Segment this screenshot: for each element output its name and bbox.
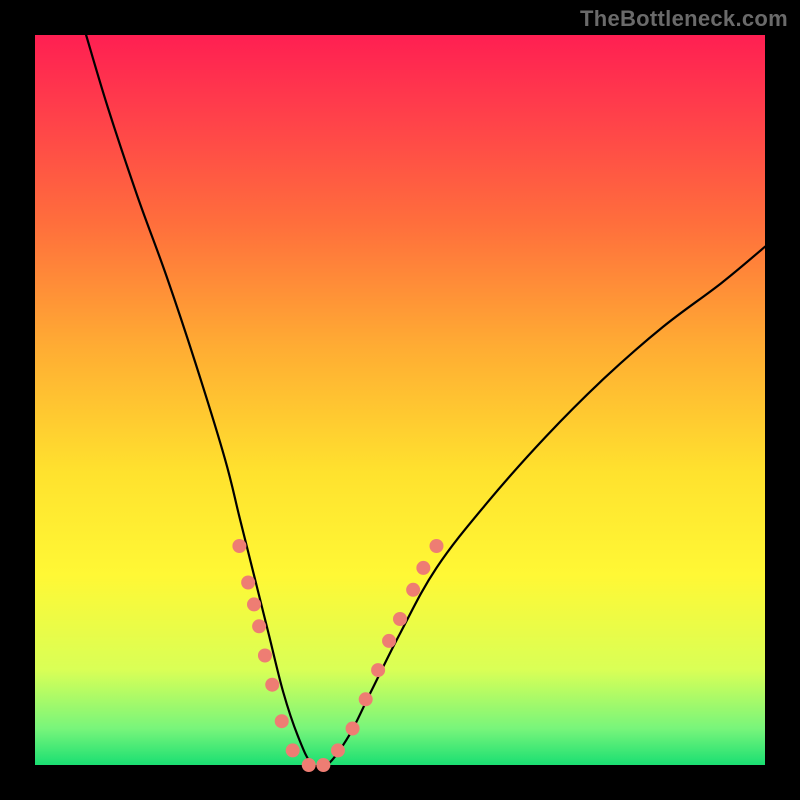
marker-dot bbox=[232, 539, 246, 553]
marker-dot bbox=[252, 619, 266, 633]
bottleneck-curve bbox=[86, 35, 765, 769]
marker-dot bbox=[359, 692, 373, 706]
marker-dot bbox=[416, 561, 430, 575]
marker-dot bbox=[346, 722, 360, 736]
marker-dot bbox=[316, 758, 330, 772]
marker-dot bbox=[331, 743, 345, 757]
marker-dot bbox=[265, 678, 279, 692]
marker-dot bbox=[406, 583, 420, 597]
marker-dot bbox=[275, 714, 289, 728]
marker-dot bbox=[382, 634, 396, 648]
marker-dot bbox=[247, 597, 261, 611]
curve-svg bbox=[35, 35, 765, 765]
marker-dot bbox=[302, 758, 316, 772]
marker-dot bbox=[371, 663, 385, 677]
marker-dot bbox=[286, 743, 300, 757]
marker-dot bbox=[241, 576, 255, 590]
marker-dot bbox=[258, 649, 272, 663]
marker-dot bbox=[430, 539, 444, 553]
plot-area bbox=[35, 35, 765, 765]
marker-dot bbox=[393, 612, 407, 626]
watermark-label: TheBottleneck.com bbox=[580, 6, 788, 32]
highlight-markers bbox=[232, 539, 443, 772]
chart-frame: TheBottleneck.com bbox=[0, 0, 800, 800]
